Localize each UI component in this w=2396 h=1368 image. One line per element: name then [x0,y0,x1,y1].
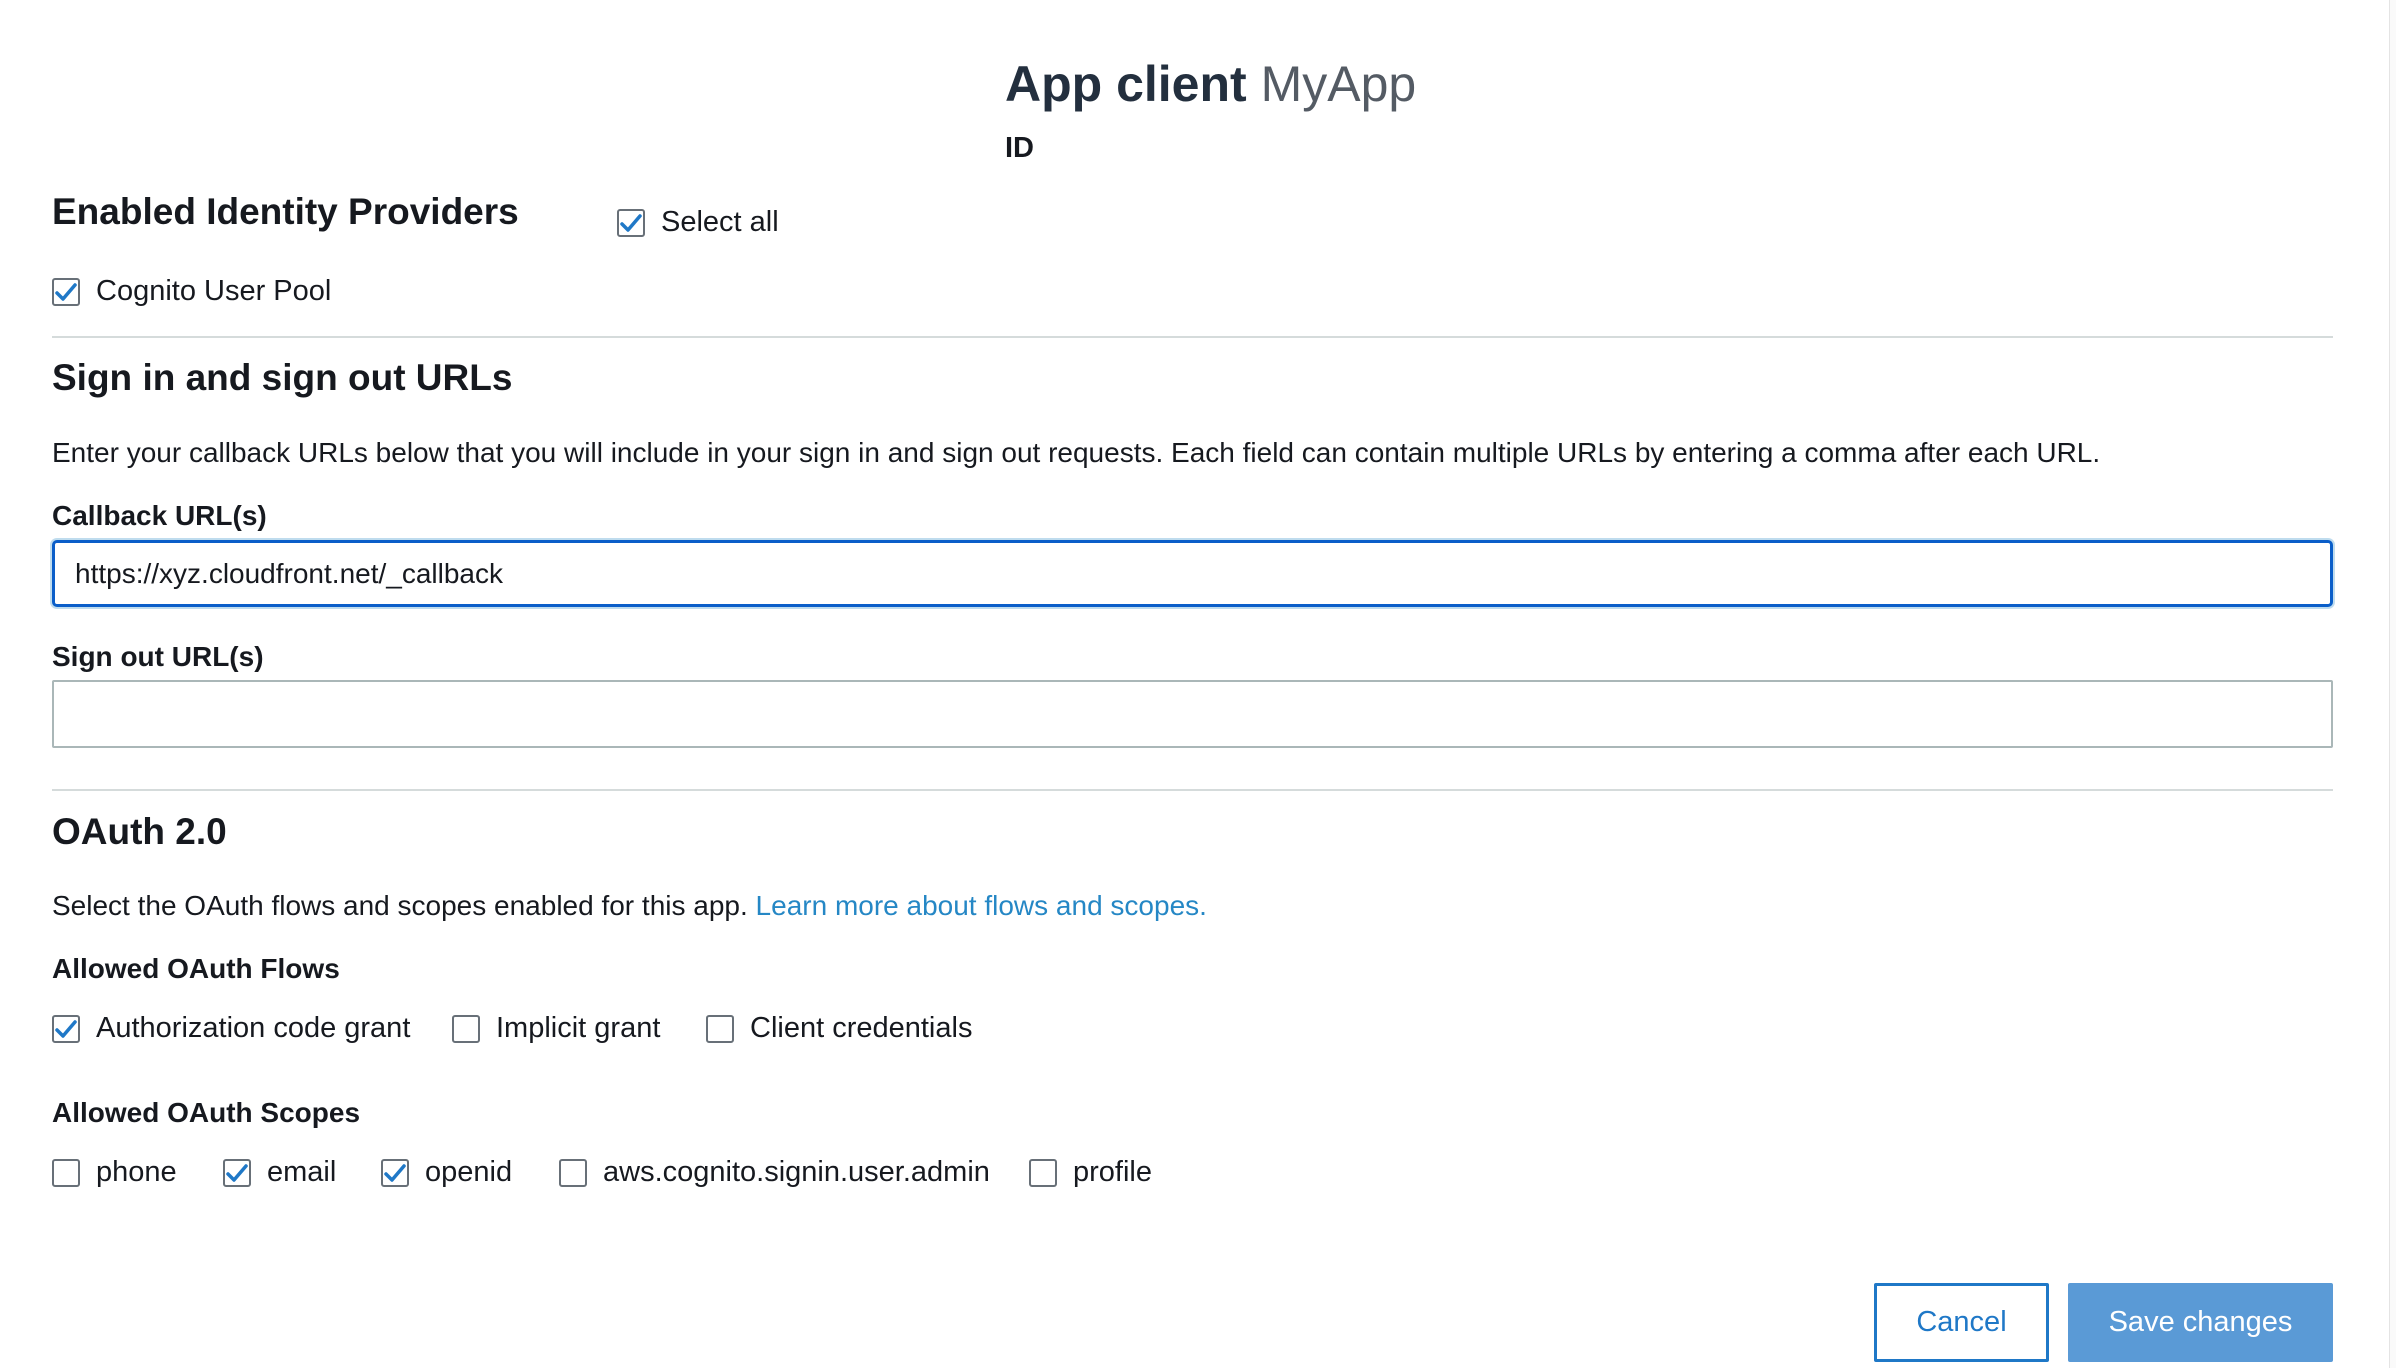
oauth-flows-heading: Allowed OAuth Flows [52,953,340,984]
cancel-button[interactable]: Cancel [1874,1283,2049,1362]
client-id-label: ID [1005,132,1034,164]
scrollbar[interactable] [2389,0,2396,1368]
flow-checkbox-client-credentials[interactable]: Client credentials [706,1012,972,1045]
urls-heading: Sign in and sign out URLs [52,357,513,398]
checkbox-unchecked-icon [706,1014,734,1043]
checkbox-checked-icon [52,277,80,306]
flow-label: Client credentials [750,1012,973,1044]
identity-providers-heading: Enabled Identity Providers [52,191,519,232]
scope-label: aws.cognito.signin.user.admin [603,1156,990,1188]
page-title-prefix: App client [1005,56,1247,112]
save-changes-button[interactable]: Save changes [2068,1283,2333,1362]
checkbox-checked-icon [617,208,645,237]
checkbox-checked-icon [381,1158,409,1187]
flow-label: Authorization code grant [96,1012,411,1044]
urls-description: Enter your callback URLs below that you … [52,437,2101,468]
scope-checkbox-phone[interactable]: phone [52,1156,177,1189]
scope-checkbox-aws-cognito-signin-user-admin[interactable]: aws.cognito.signin.user.admin [559,1156,990,1189]
callback-url-label: Callback URL(s) [52,500,267,531]
flow-label: Implicit grant [496,1012,661,1044]
scope-label: openid [425,1156,513,1188]
checkbox-checked-icon [223,1158,251,1187]
oauth-heading: OAuth 2.0 [52,811,227,852]
select-all-label: Select all [661,206,779,238]
page-title-app-name: MyApp [1260,56,1417,112]
checkbox-unchecked-icon [559,1158,587,1187]
select-all-checkbox[interactable]: Select all [617,206,779,239]
learn-more-link[interactable]: Learn more about flows and scopes. [756,890,1207,921]
flow-checkbox-authorization-code-grant[interactable]: Authorization code grant [52,1012,410,1045]
oauth-scopes-heading: Allowed OAuth Scopes [52,1097,361,1128]
signout-url-label: Sign out URL(s) [52,641,264,672]
app-client-settings-page: App client MyApp ID Enabled Identity Pro… [0,0,2396,1368]
section-divider [52,789,2333,791]
oauth-description-line: Select the OAuth flows and scopes enable… [52,890,1207,922]
scope-checkbox-email[interactable]: email [223,1156,336,1189]
scope-checkbox-openid[interactable]: openid [381,1156,512,1189]
checkbox-unchecked-icon [1029,1158,1057,1187]
scope-label: profile [1073,1156,1152,1188]
oauth-description: Select the OAuth flows and scopes enable… [52,890,748,921]
section-divider [52,336,2333,338]
signout-url-input[interactable] [52,680,2333,748]
scope-checkbox-profile[interactable]: profile [1029,1156,1152,1189]
callback-url-input[interactable] [52,540,2333,607]
page-title: App client MyApp [1005,54,1416,114]
scope-label: phone [96,1156,177,1188]
checkbox-unchecked-icon [452,1014,480,1043]
checkbox-checked-icon [52,1014,80,1043]
checkbox-unchecked-icon [52,1158,80,1187]
flow-checkbox-implicit-grant[interactable]: Implicit grant [452,1012,660,1045]
provider-label: Cognito User Pool [96,275,332,307]
provider-checkbox-cognito-user-pool[interactable]: Cognito User Pool [52,275,331,308]
scope-label: email [267,1156,337,1188]
